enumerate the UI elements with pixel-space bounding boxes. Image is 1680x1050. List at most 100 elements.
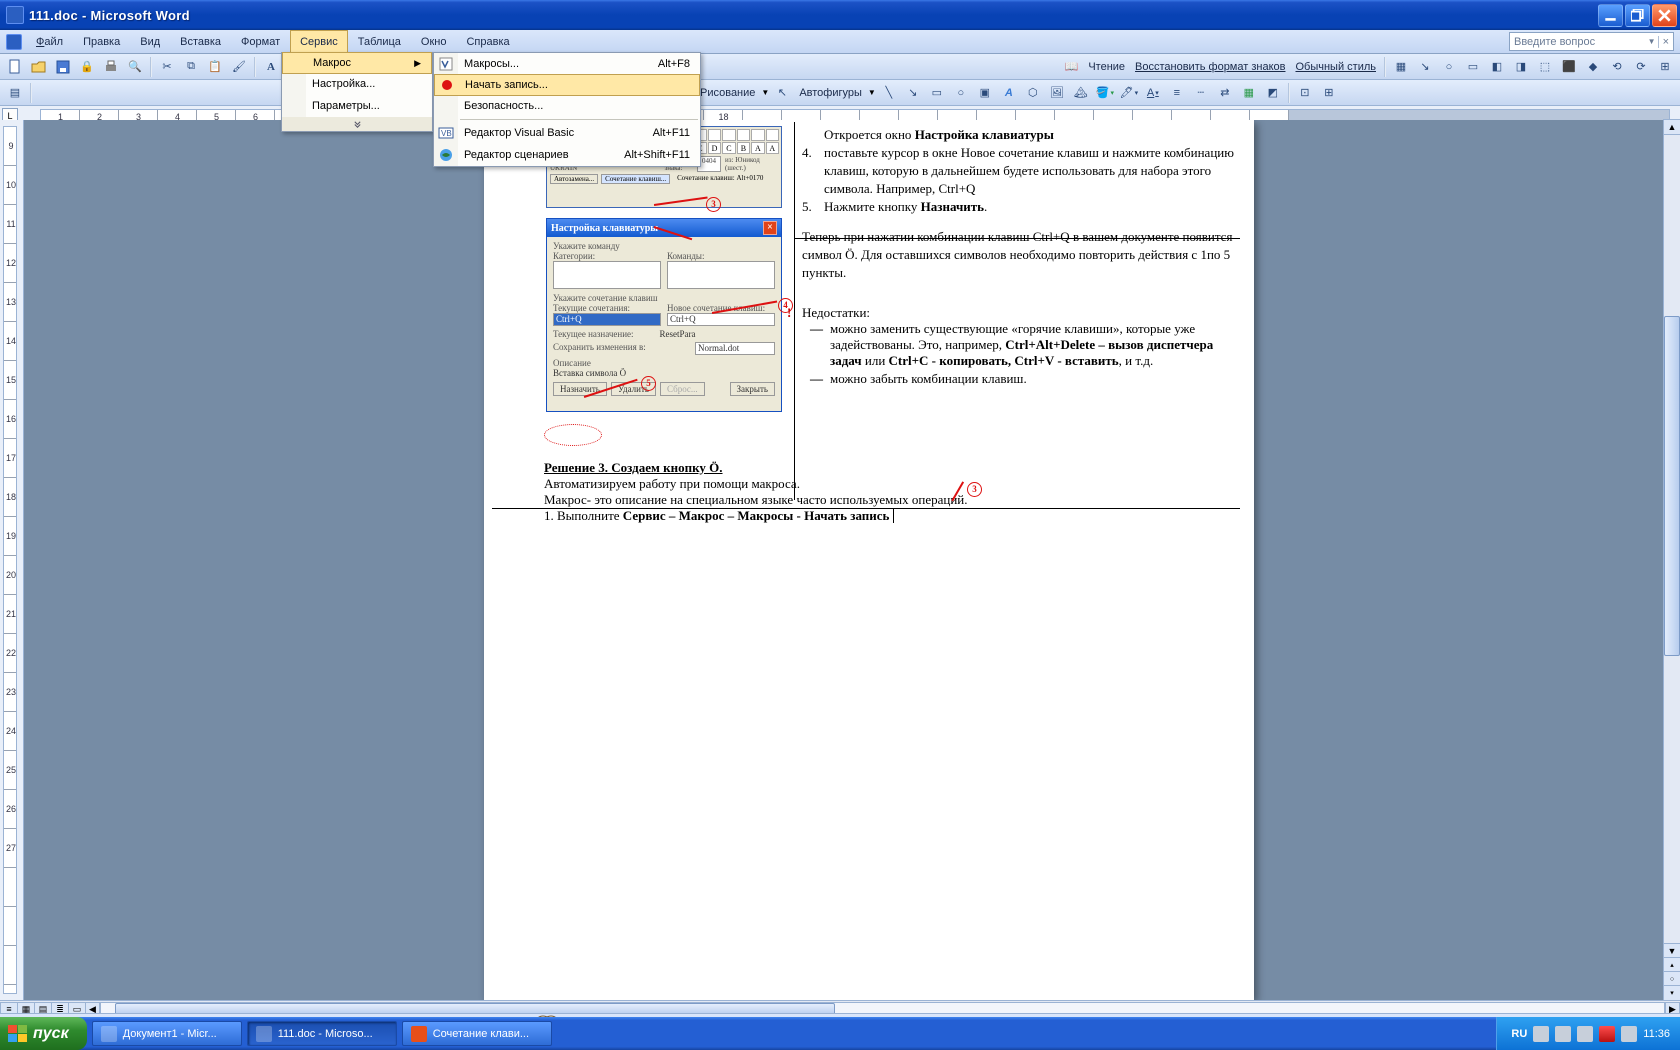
misc-icon-4[interactable]: ⬛: [1558, 56, 1580, 78]
taskbar: пуск Документ1 - Micr... 111.doc - Micro…: [0, 1017, 1680, 1050]
format-painter-icon[interactable]: 🖌: [228, 56, 250, 78]
restore-format-label[interactable]: Восстановить формат знаков: [1131, 61, 1289, 73]
menu-item-security[interactable]: Безопасность...: [434, 95, 700, 117]
misc-icon-2[interactable]: ◨: [1510, 56, 1532, 78]
reading-layout-icon[interactable]: 📖: [1060, 56, 1082, 78]
arrow-icon[interactable]: ↘: [1414, 56, 1436, 78]
extra-icon-a[interactable]: ⊡: [1294, 82, 1316, 104]
misc-icon-3[interactable]: ⬚: [1534, 56, 1556, 78]
arrow-line-icon[interactable]: ↘: [902, 82, 924, 104]
styles-aa-icon[interactable]: A: [260, 56, 282, 78]
document-map-icon[interactable]: ▤: [4, 82, 26, 104]
tray-icon-3[interactable]: [1577, 1026, 1593, 1042]
wordart-icon[interactable]: A: [998, 82, 1020, 104]
menu-window[interactable]: Окно: [411, 30, 457, 53]
menu-item-script-editor[interactable]: Редактор сценариевAlt+Shift+F11: [434, 144, 700, 166]
menu-edit[interactable]: Правка: [73, 30, 130, 53]
permission-icon[interactable]: 🔒: [76, 56, 98, 78]
menu-item-options[interactable]: Параметры...: [282, 95, 432, 117]
tray-icon-2[interactable]: [1555, 1026, 1571, 1042]
title-bar: 111.doc - Microsoft Word: [0, 0, 1680, 30]
drawbacks-section: Недостатки: можно заменить существующие …: [802, 305, 1240, 389]
help-search-box[interactable]: Введите вопрос ▼ ×: [1509, 32, 1674, 51]
help-close-icon[interactable]: ×: [1658, 36, 1669, 48]
vbe-icon: VB: [438, 125, 454, 141]
rect-icon[interactable]: ▭: [1462, 56, 1484, 78]
script-editor-icon: [438, 147, 454, 163]
diagram-icon[interactable]: ⬡: [1022, 82, 1044, 104]
solution-3-section: Решение 3. Создаем кнопку Ö. Автоматизир…: [544, 460, 1224, 524]
taskbar-item-doc1[interactable]: Документ1 - Micr...: [92, 1021, 242, 1046]
vertical-ruler[interactable]: 9101112131415161718192021222324252627: [0, 120, 24, 1000]
frame-icon[interactable]: ▦: [1390, 56, 1412, 78]
oval-shape-icon[interactable]: ○: [950, 82, 972, 104]
font-color2-icon[interactable]: A: [1142, 82, 1164, 104]
tray-lang[interactable]: RU: [1511, 1028, 1527, 1040]
paste-icon[interactable]: 📋: [204, 56, 226, 78]
preview-icon[interactable]: 🔍: [124, 56, 146, 78]
restore-button[interactable]: [1625, 4, 1650, 27]
rectangle-icon[interactable]: ▭: [926, 82, 948, 104]
menu-item-macros[interactable]: Макросы...Alt+F8: [434, 53, 700, 75]
textbox-icon[interactable]: ▣: [974, 82, 996, 104]
misc-icon-5[interactable]: ◆: [1582, 56, 1604, 78]
menu-insert[interactable]: Вставка: [170, 30, 231, 53]
misc-icon-1[interactable]: ◧: [1486, 56, 1508, 78]
normal-style-label[interactable]: Обычный стиль: [1291, 61, 1380, 73]
minimize-button[interactable]: [1598, 4, 1623, 27]
taskbar-item-browser[interactable]: Сочетание клави...: [402, 1021, 552, 1046]
vertical-scrollbar[interactable]: ▲ ▼ ▴ ○ ▾: [1663, 120, 1680, 1000]
shadow-icon[interactable]: ▦: [1238, 82, 1260, 104]
next-page-button[interactable]: ▾: [1663, 985, 1680, 1001]
line-style-icon[interactable]: ≡: [1166, 82, 1188, 104]
menu-file[interactable]: Файл: [26, 30, 73, 53]
line-color-icon[interactable]: 🖊: [1118, 82, 1140, 104]
vscroll-thumb[interactable]: [1664, 316, 1680, 656]
3d-icon[interactable]: ◩: [1262, 82, 1284, 104]
save-icon[interactable]: [52, 56, 74, 78]
new-doc-icon[interactable]: [4, 56, 26, 78]
menu-table[interactable]: Таблица: [348, 30, 411, 53]
menu-item-record-macro[interactable]: Начать запись...: [434, 74, 700, 96]
menu-format[interactable]: Формат: [231, 30, 290, 53]
cut-icon[interactable]: ✂: [156, 56, 178, 78]
oval-icon[interactable]: ○: [1438, 56, 1460, 78]
document-text: Откроется окно Настройка клавиатуры 4.по…: [802, 126, 1240, 282]
document-scroll[interactable]: ФХЦONMLKJIHGFEDCBAA CYRILLIC CAPITAL LET…: [24, 120, 1680, 1000]
drawing-label[interactable]: Рисование: [696, 87, 759, 99]
open-icon[interactable]: [28, 56, 50, 78]
misc-icon-6[interactable]: ⟲: [1606, 56, 1628, 78]
start-button[interactable]: пуск: [0, 1017, 87, 1050]
picture-icon[interactable]: 🏔: [1070, 82, 1092, 104]
tray-icon-1[interactable]: [1533, 1026, 1549, 1042]
taskbar-item-111doc[interactable]: 111.doc - Microso...: [247, 1021, 397, 1046]
scroll-up-button[interactable]: ▲: [1663, 119, 1680, 135]
dash-style-icon[interactable]: ┄: [1190, 82, 1212, 104]
reading-label[interactable]: Чтение: [1084, 61, 1129, 73]
tray-icon-5[interactable]: [1621, 1026, 1637, 1042]
menu-item-vbe[interactable]: VB Редактор Visual BasicAlt+F11: [434, 122, 700, 144]
extra-icon-b[interactable]: ⊞: [1318, 82, 1340, 104]
misc-icon-8[interactable]: ⊞: [1654, 56, 1676, 78]
clipart-icon[interactable]: 🖼: [1046, 82, 1068, 104]
menu-tools[interactable]: Сервис: [290, 30, 348, 53]
menu-item-macro[interactable]: Макрос▶: [282, 52, 432, 74]
copy-icon[interactable]: ⧉: [180, 56, 202, 78]
autoshapes-label[interactable]: Автофигуры: [795, 87, 866, 99]
tray-icon-ati[interactable]: [1599, 1026, 1615, 1042]
misc-icon-7[interactable]: ⟳: [1630, 56, 1652, 78]
document-area: 9101112131415161718192021222324252627 ФХ…: [0, 120, 1680, 1000]
word-app-icon: [6, 6, 24, 24]
line-icon[interactable]: ╲: [878, 82, 900, 104]
menu-expand-button[interactable]: [282, 117, 432, 131]
menu-item-customize[interactable]: Настройка...: [282, 73, 432, 95]
document-page[interactable]: ФХЦONMLKJIHGFEDCBAA CYRILLIC CAPITAL LET…: [484, 120, 1254, 1000]
close-button[interactable]: [1652, 4, 1677, 27]
arrow-style-icon[interactable]: ⇄: [1214, 82, 1236, 104]
print-icon[interactable]: [100, 56, 122, 78]
tray-clock[interactable]: 11:36: [1643, 1028, 1670, 1040]
fill-color-icon[interactable]: 🪣: [1094, 82, 1116, 104]
menu-help[interactable]: Справка: [456, 30, 519, 53]
menu-view[interactable]: Вид: [130, 30, 170, 53]
select-objects-icon[interactable]: ↖: [771, 82, 793, 104]
